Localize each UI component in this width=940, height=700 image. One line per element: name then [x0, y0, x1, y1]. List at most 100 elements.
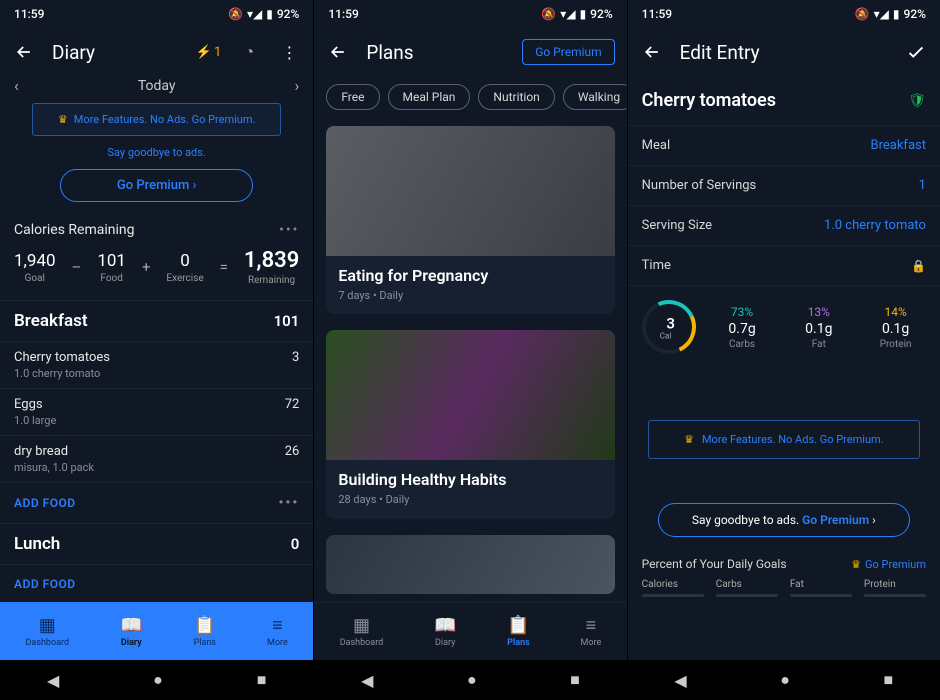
- add-food-button[interactable]: ADD FOOD: [0, 564, 313, 602]
- time-row[interactable]: Time 🔒: [628, 245, 940, 285]
- go-premium-link[interactable]: ♛Go Premium: [851, 558, 926, 571]
- nav-plans[interactable]: 📋Plans: [507, 615, 530, 648]
- clock: 11:59: [14, 7, 44, 21]
- sys-back-icon[interactable]: ◀: [674, 671, 686, 690]
- add-food-button[interactable]: ADD FOOD •••: [0, 482, 313, 523]
- plan-image: [326, 330, 614, 460]
- system-nav: ◀ ● ■: [0, 660, 313, 700]
- filter-chips: Free Meal Plan Nutrition Walking Workout: [314, 76, 626, 118]
- macro-protein: 14% 0.1g Protein: [865, 305, 926, 350]
- daily-goals-section: Percent of Your Daily Goals ♛Go Premium …: [628, 551, 940, 597]
- servings-row[interactable]: Number of Servings 1: [628, 165, 940, 205]
- chip-walking[interactable]: Walking: [563, 84, 627, 110]
- remaining-value: 1,839: [244, 248, 299, 273]
- food-value: 101: [97, 251, 126, 271]
- pie-icon[interactable]: ◔: [237, 40, 261, 64]
- battery-pct: 92%: [590, 7, 612, 21]
- crown-icon: ♛: [684, 433, 694, 446]
- chip-nutrition[interactable]: Nutrition: [478, 84, 554, 110]
- sys-home-icon[interactable]: ●: [153, 670, 163, 690]
- plan-title: Building Healthy Habits: [338, 470, 602, 489]
- nav-dashboard[interactable]: ▦Dashboard: [26, 615, 70, 648]
- prev-day-button[interactable]: ‹: [14, 76, 19, 95]
- app-bar: Edit Entry: [628, 28, 940, 76]
- next-day-button[interactable]: ›: [295, 76, 300, 95]
- battery-icon: ▮: [266, 7, 273, 21]
- sys-home-icon[interactable]: ●: [467, 670, 477, 690]
- verified-icon[interactable]: 🛡: [908, 93, 926, 109]
- bottom-nav: ▦Dashboard 📖Diary 📋Plans ≡More: [0, 602, 313, 660]
- go-premium-pill[interactable]: Say goodbye to ads. Go Premium ›: [658, 503, 910, 537]
- plan-card[interactable]: Building Healthy Habits 28 days • Daily: [326, 330, 614, 518]
- back-icon[interactable]: [12, 40, 36, 64]
- nav-more[interactable]: ≡More: [267, 615, 288, 648]
- plan-card[interactable]: Eating for Pregnancy 7 days • Daily: [326, 126, 614, 314]
- lock-icon: 🔒: [911, 259, 926, 273]
- dashboard-icon: ▦: [39, 615, 56, 636]
- back-icon[interactable]: [326, 40, 350, 64]
- food-row[interactable]: Eggs1.0 large 72: [0, 388, 313, 435]
- status-icons: 🔕 ▾◢ ▮ 92%: [228, 7, 299, 21]
- nav-diary[interactable]: 📖Diary: [434, 615, 456, 648]
- sys-home-icon[interactable]: ●: [780, 670, 790, 690]
- status-bar: 11:59 🔕 ▾◢ ▮ 92%: [628, 0, 940, 28]
- meal-header-lunch[interactable]: Lunch 0: [0, 523, 313, 564]
- clock: 11:59: [328, 7, 358, 21]
- battery-pct: 92%: [904, 7, 926, 21]
- serving-size-row[interactable]: Serving Size 1.0 cherry tomato: [628, 205, 940, 245]
- nav-plans[interactable]: 📋Plans: [194, 615, 216, 648]
- battery-icon: ▮: [580, 7, 587, 21]
- sys-back-icon[interactable]: ◀: [47, 671, 59, 690]
- page-title: Edit Entry: [680, 41, 888, 64]
- macros-summary: 3 Cal 73% 0.7g Carbs 13% 0.1g Fat 14% 0.…: [628, 285, 940, 368]
- chip-free[interactable]: Free: [326, 84, 379, 110]
- go-premium-button[interactable]: Go Premium: [522, 39, 614, 65]
- crown-icon: ♛: [851, 558, 861, 571]
- crown-icon: ♛: [58, 113, 68, 126]
- screen-diary: 11:59 🔕 ▾◢ ▮ 92% Diary ⚡1 ◔ ⋮ ‹ Today › …: [0, 0, 313, 700]
- plan-title: Eating for Pregnancy: [338, 266, 602, 285]
- overflow-icon[interactable]: •••: [278, 495, 299, 511]
- streak-badge[interactable]: ⚡1: [196, 40, 222, 64]
- plan-meta: 28 days • Daily: [338, 493, 602, 506]
- overflow-icon[interactable]: ⋮: [277, 40, 301, 64]
- chip-meal-plan[interactable]: Meal Plan: [388, 84, 471, 110]
- status-icons: 🔕 ▾◢ ▮ 92%: [855, 7, 926, 21]
- dashboard-icon: ▦: [353, 615, 370, 636]
- current-date[interactable]: Today: [138, 78, 176, 94]
- date-nav: ‹ Today ›: [0, 76, 313, 95]
- meal-row[interactable]: Meal Breakfast: [628, 125, 940, 165]
- overflow-icon[interactable]: •••: [279, 222, 299, 238]
- back-icon[interactable]: [640, 40, 664, 64]
- sys-back-icon[interactable]: ◀: [361, 671, 373, 690]
- app-bar: Plans Go Premium: [314, 28, 626, 76]
- dnd-icon: 🔕: [855, 7, 870, 21]
- food-row[interactable]: dry breadmisura, 1.0 pack 26: [0, 435, 313, 482]
- go-premium-button[interactable]: Go Premium ›: [60, 169, 253, 202]
- cal-remain-label: Calories Remaining: [14, 222, 134, 238]
- plan-card[interactable]: [326, 535, 614, 594]
- nav-diary[interactable]: 📖Diary: [120, 615, 142, 648]
- food-row[interactable]: Cherry tomatoes1.0 cherry tomato 3: [0, 341, 313, 388]
- screen-plans: 11:59 🔕 ▾◢ ▮ 92% Plans Go Premium Free M…: [313, 0, 626, 700]
- status-bar: 11:59 🔕 ▾◢ ▮ 92%: [0, 0, 313, 28]
- nav-dashboard[interactable]: ▦Dashboard: [340, 615, 384, 648]
- diary-icon: 📖: [120, 615, 142, 636]
- nav-more[interactable]: ≡More: [581, 615, 602, 648]
- system-nav: ◀ ● ■: [628, 660, 940, 700]
- premium-banner[interactable]: ♛ More Features. No Ads. Go Premium.: [648, 420, 920, 459]
- sys-recents-icon[interactable]: ■: [257, 670, 267, 690]
- plans-icon: 📋: [507, 615, 529, 636]
- more-icon: ≡: [272, 615, 283, 636]
- sys-recents-icon[interactable]: ■: [570, 670, 580, 690]
- calories-remaining-card: Calories Remaining ••• 1,940Goal – 101Fo…: [0, 212, 313, 300]
- premium-banner[interactable]: ♛More Features. No Ads. Go Premium.: [32, 103, 281, 136]
- wifi-icon: ▾◢: [874, 7, 889, 21]
- battery-icon: ▮: [893, 7, 900, 21]
- sys-recents-icon[interactable]: ■: [884, 670, 894, 690]
- confirm-icon[interactable]: [904, 40, 928, 64]
- status-bar: 11:59 🔕 ▾◢ ▮ 92%: [314, 0, 626, 28]
- system-nav: ◀ ● ■: [314, 660, 626, 700]
- meal-header-breakfast[interactable]: Breakfast 101: [0, 300, 313, 341]
- status-icons: 🔕 ▾◢ ▮ 92%: [541, 7, 612, 21]
